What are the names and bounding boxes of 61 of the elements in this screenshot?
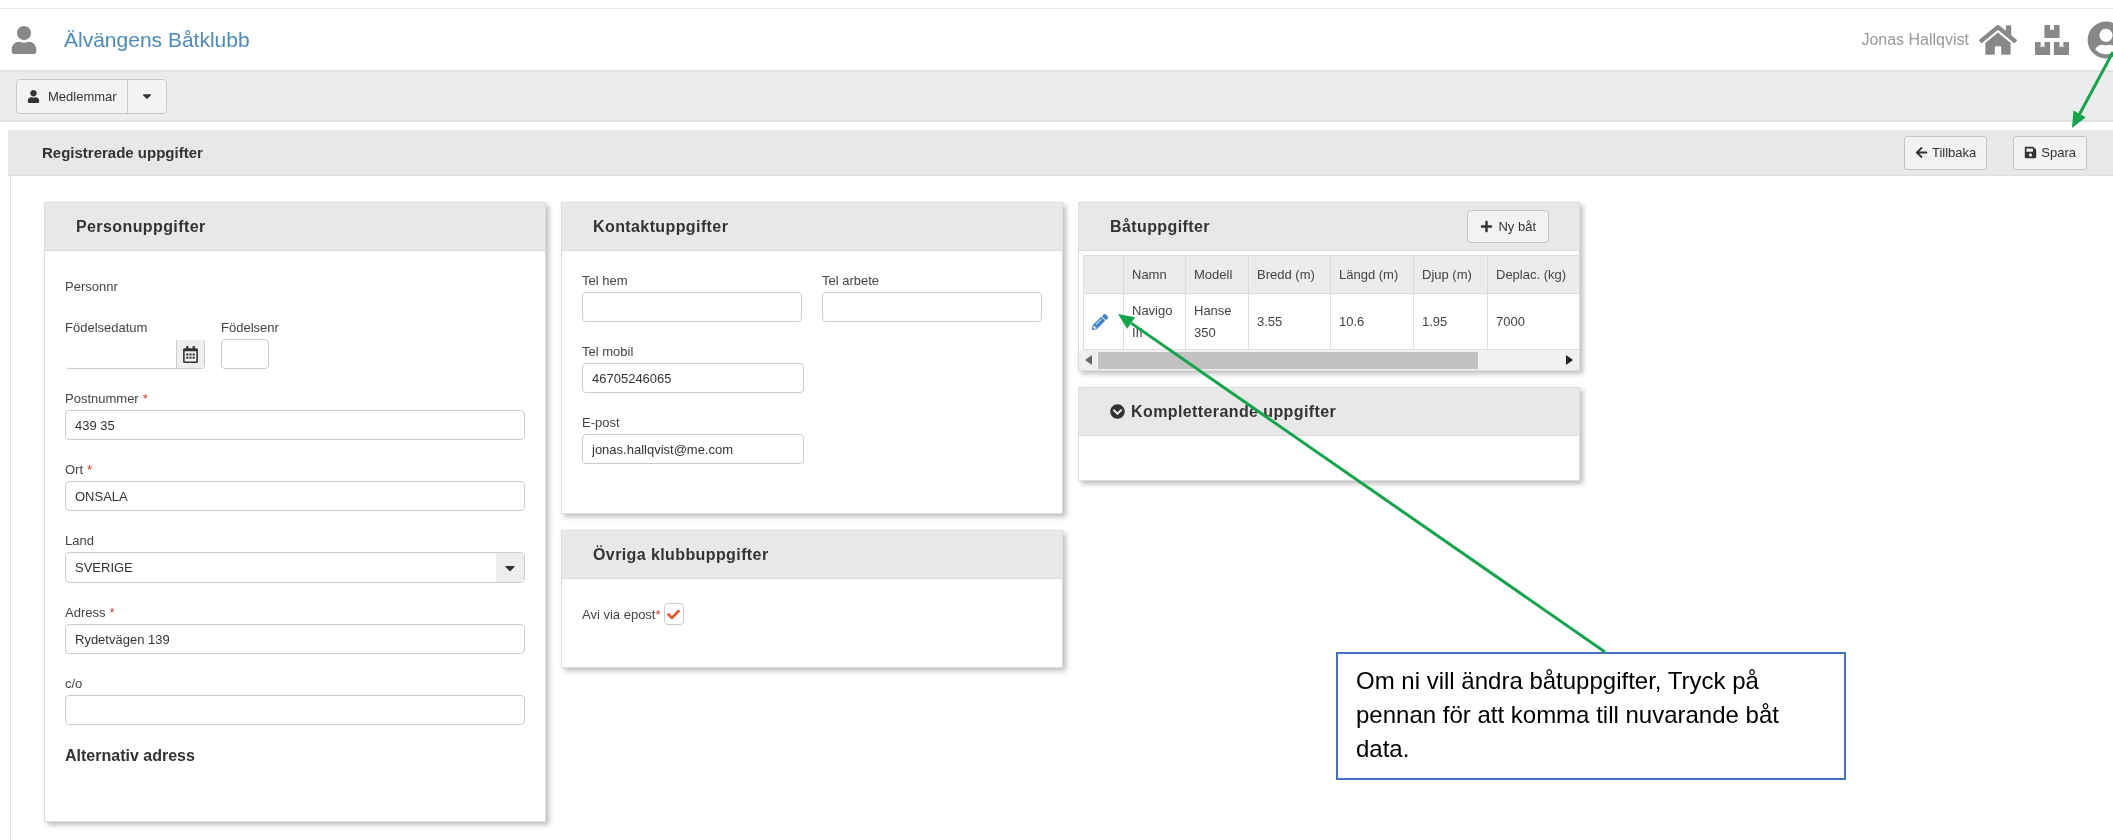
annotation-callout: Om ni vill ändra båtuppgifter, Tryck på pennan för att komma till nuvarande båt data. — [1336, 652, 1846, 780]
input-field[interactable] — [822, 292, 1042, 322]
chevron-down-icon — [1110, 404, 1125, 419]
card-title: Båtuppgifter — [1110, 217, 1210, 236]
card-title: Personuppgifter — [76, 217, 206, 236]
table-cell: 3.55 — [1248, 293, 1331, 350]
back-button[interactable]: Tillbaka — [1903, 135, 1988, 170]
input-field[interactable]: jonas.hallqvist@me.com — [582, 434, 804, 464]
column-header: Deplac. (kg) — [1487, 255, 1579, 294]
checkbox[interactable] — [663, 603, 684, 625]
scroll-right-icon[interactable] — [1566, 355, 1573, 365]
members-button[interactable]: Medlemmar — [17, 79, 128, 113]
user-icon — [27, 89, 40, 103]
field-label: Tel arbete — [822, 273, 881, 288]
plus-icon — [1480, 220, 1494, 233]
card-title: Kontaktuppgifter — [593, 217, 729, 236]
save-icon — [2024, 146, 2038, 159]
calendar-icon[interactable] — [176, 340, 204, 368]
input-field[interactable]: Rydetvägen 139 — [65, 624, 525, 654]
field-label: Postnummer * — [65, 391, 149, 406]
field-label: Adress * — [65, 605, 116, 620]
user-icon — [10, 25, 38, 54]
card-title: Övriga klubbuppgifter — [593, 545, 769, 564]
input-field[interactable] — [65, 695, 525, 725]
country-select[interactable]: SVERIGE — [65, 552, 525, 583]
field-label: c/o — [65, 676, 84, 691]
field-label: E-post — [582, 415, 621, 430]
table-cell: Hanse 350 — [1185, 293, 1249, 350]
caret-icon — [496, 553, 524, 582]
column-header: Modell — [1185, 255, 1249, 294]
input-field[interactable] — [582, 292, 802, 322]
field-label: Tel mobil — [582, 344, 635, 359]
column-header: Bredd (m) — [1248, 255, 1331, 294]
field-label: Tel hem — [582, 273, 629, 288]
scrollbar-thumb[interactable] — [1098, 351, 1478, 369]
new-boat-button[interactable]: Ny båt — [1467, 210, 1549, 243]
page-title: Registrerade uppgifter — [42, 144, 203, 161]
field-label: Födelsenr — [221, 320, 279, 335]
field-label: Födelsedatum — [65, 320, 149, 335]
scroll-left-icon[interactable] — [1085, 355, 1092, 365]
section-heading: Alternativ adress — [65, 747, 196, 765]
table-cell: 10.6 — [1330, 293, 1414, 350]
field-label: Personnr — [65, 279, 119, 294]
arrow-left-icon — [1914, 146, 1928, 159]
collapse-header[interactable]: Kompletterande uppgifter — [1079, 388, 1579, 436]
save-button[interactable]: Spara — [2013, 135, 2087, 170]
input-field[interactable] — [221, 339, 269, 369]
app-title: Älvängens Båtklubb — [64, 27, 250, 52]
field-label: Land — [65, 533, 95, 548]
input-field[interactable]: 46705246065 — [582, 363, 804, 393]
field-label: Ort * — [65, 462, 94, 477]
column-header: Namn — [1123, 255, 1186, 294]
field-label: Avi via epost* — [582, 606, 661, 622]
input-field[interactable]: ONSALA — [65, 481, 525, 511]
pencil-icon[interactable] — [1092, 313, 1108, 330]
boxes-icon[interactable] — [2035, 22, 2069, 57]
column-header: Djup (m) — [1413, 255, 1488, 294]
input-field[interactable]: 439 35 — [65, 410, 525, 440]
check-icon — [667, 607, 681, 621]
column-header: Längd (m) — [1330, 255, 1414, 294]
table-cell: 1.95 — [1413, 293, 1488, 350]
